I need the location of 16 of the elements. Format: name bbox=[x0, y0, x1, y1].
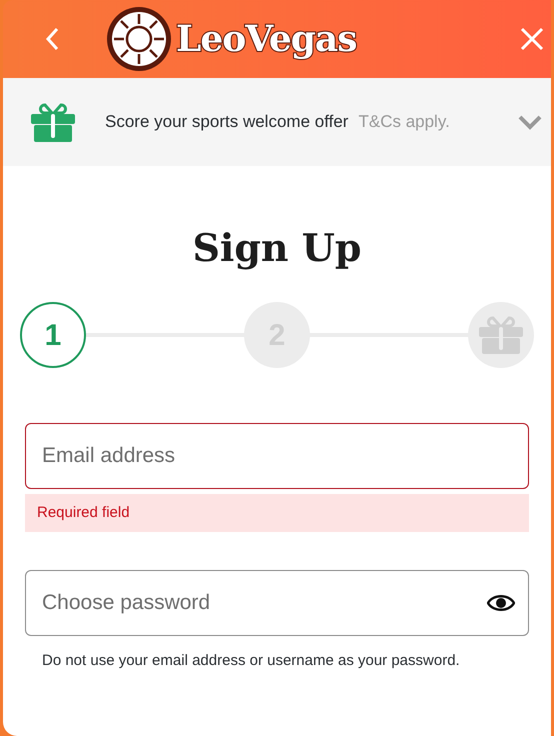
error-message: Required field bbox=[25, 494, 529, 532]
eye-icon[interactable] bbox=[487, 593, 515, 613]
back-icon bbox=[45, 27, 59, 51]
brand-name: LeoVegas bbox=[176, 21, 357, 57]
password-hint: Do not use your email address or username as your password. bbox=[41, 651, 461, 671]
gift-icon bbox=[479, 316, 523, 354]
password-field[interactable]: Choose password bbox=[25, 570, 529, 636]
offer-banner[interactable]: Score your sports welcome offer T&Cs apply. bbox=[3, 78, 551, 166]
email-field[interactable]: Email address bbox=[25, 423, 529, 489]
gift-icon bbox=[31, 102, 75, 142]
chevron-down-icon bbox=[517, 113, 543, 131]
logo-icon bbox=[106, 6, 172, 72]
offer-text: Score your sports welcome offer bbox=[105, 111, 348, 134]
step-number: 1 bbox=[20, 302, 86, 368]
page-title: Sign Up bbox=[191, 224, 362, 272]
close-icon bbox=[520, 27, 544, 51]
